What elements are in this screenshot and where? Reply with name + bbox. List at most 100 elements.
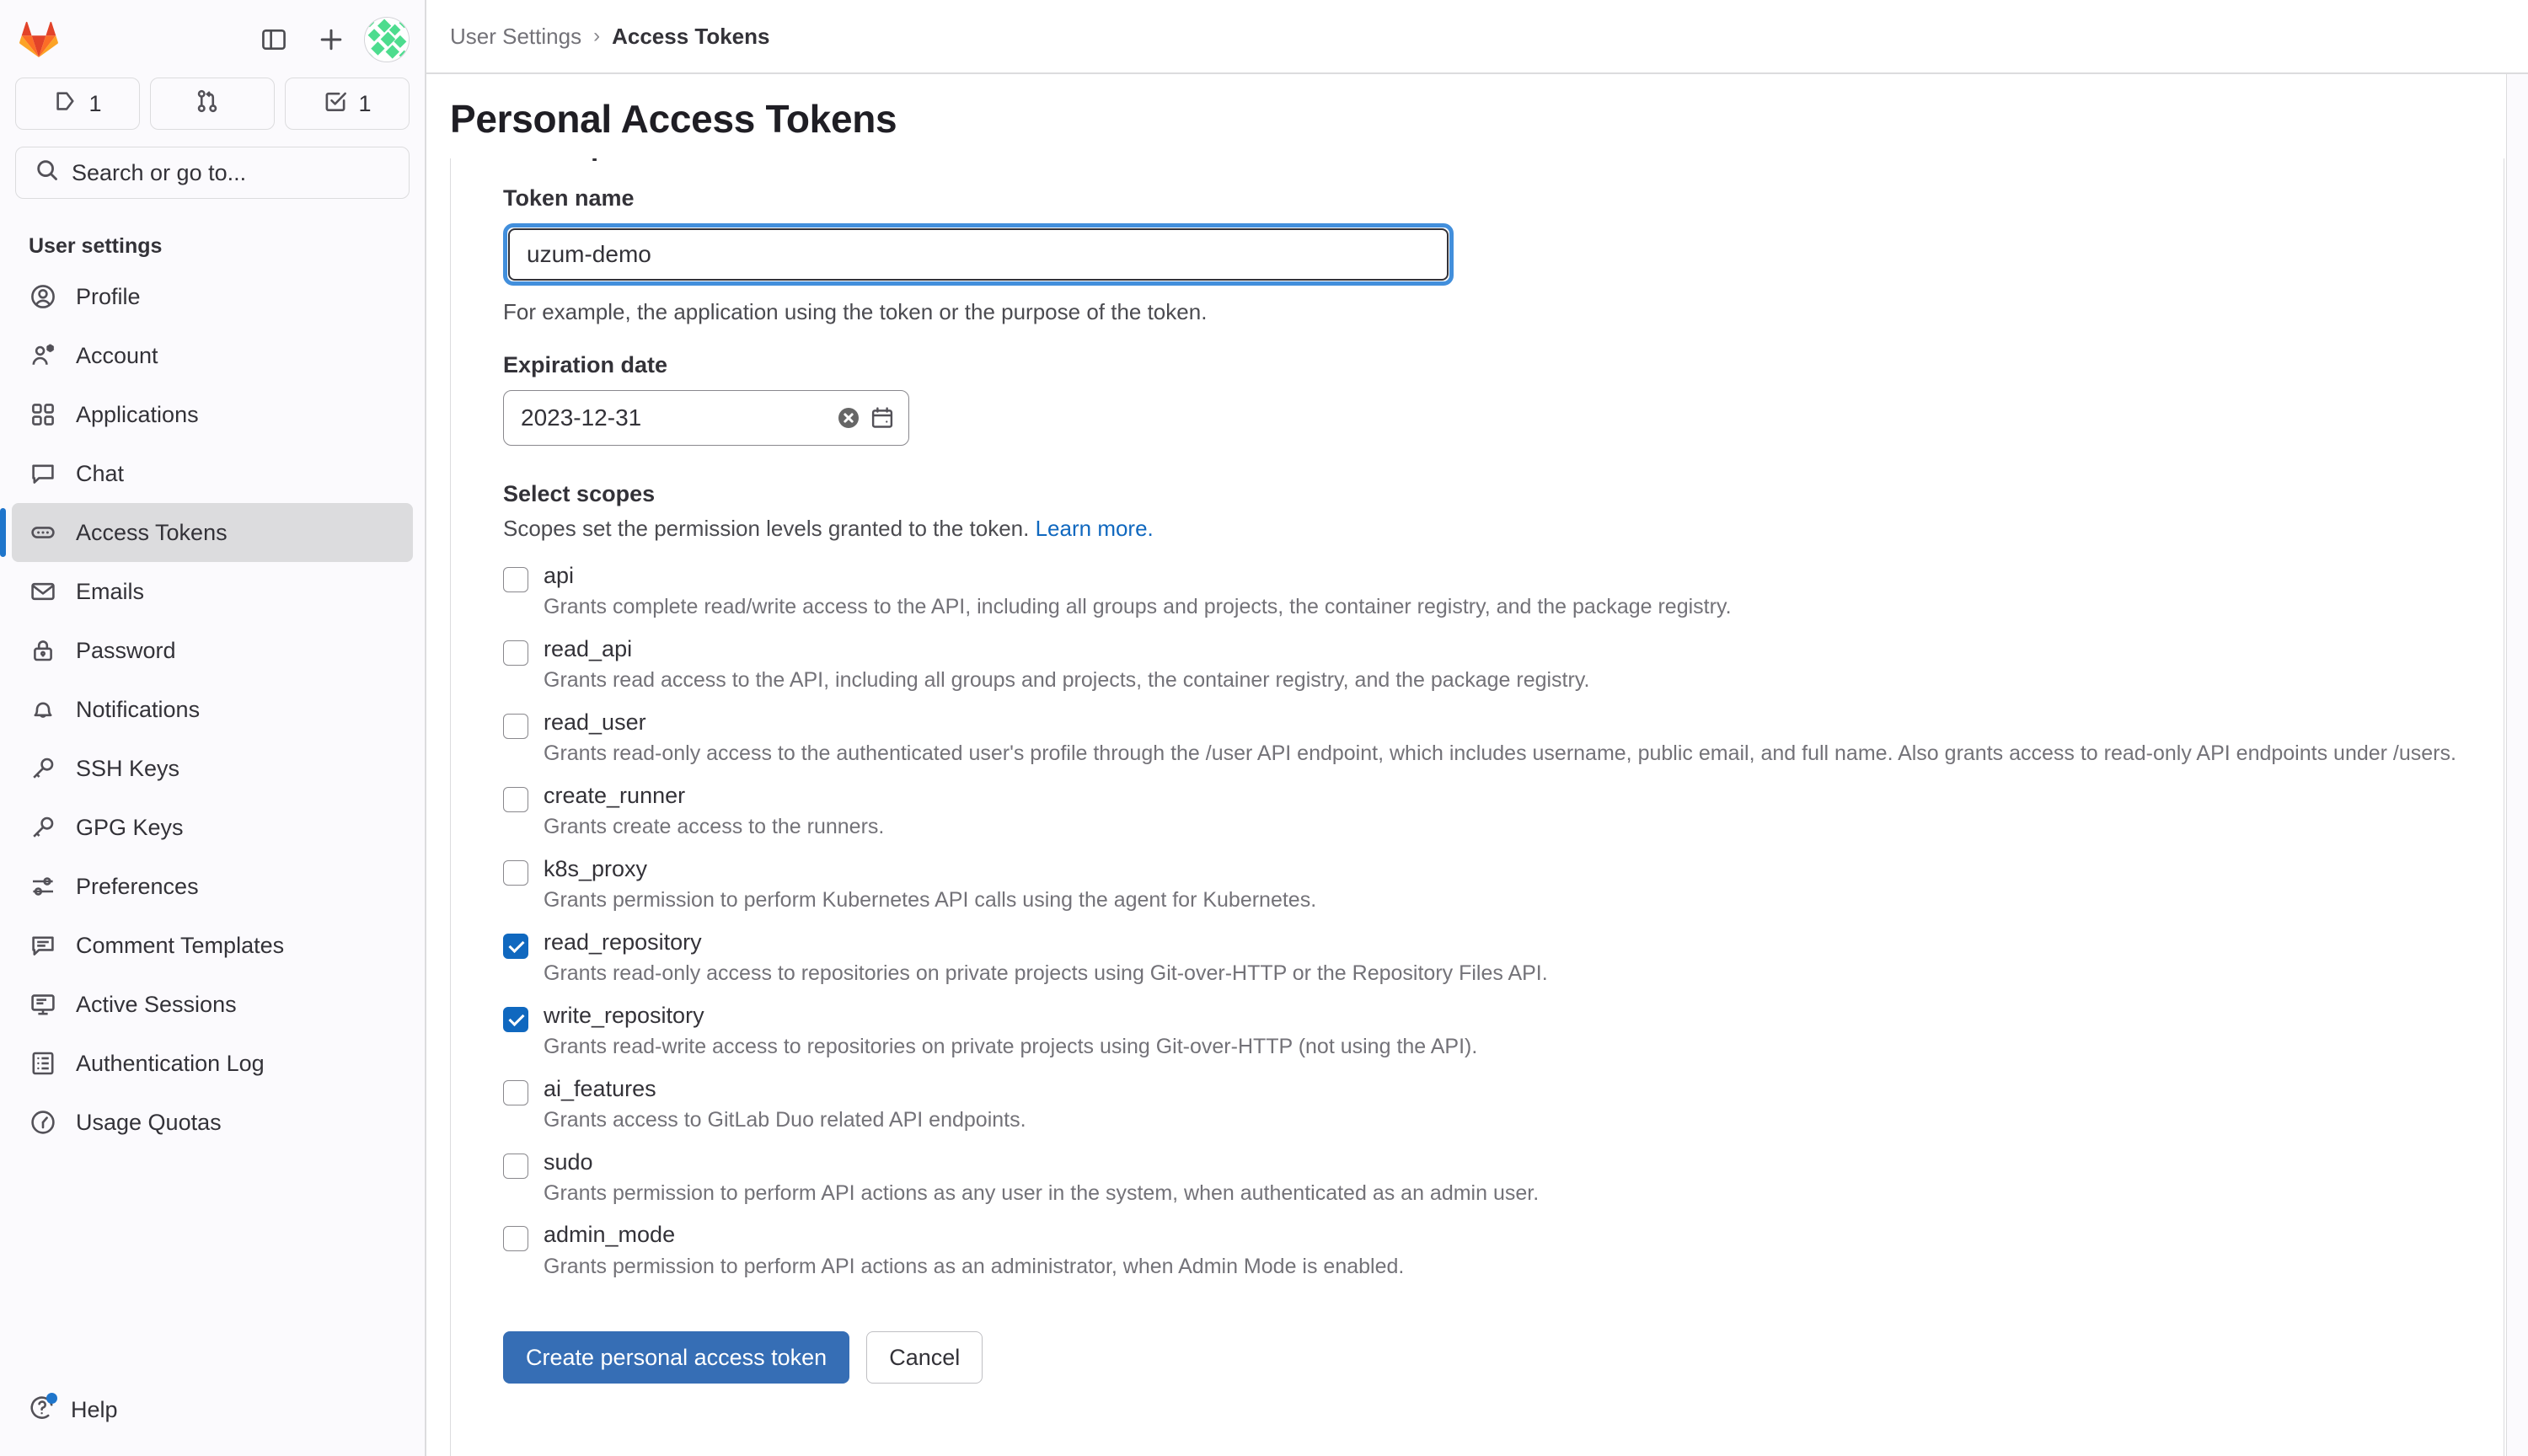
- sidebar-section-title: User settings: [0, 199, 425, 267]
- scope-name[interactable]: k8s_proxy: [544, 854, 2470, 884]
- sidebar-item-access-tokens[interactable]: Access Tokens: [12, 503, 413, 562]
- sidebar-item-label: Access Tokens: [76, 520, 228, 546]
- issues-counter[interactable]: 1: [15, 78, 140, 130]
- create-token-card: Add a personal access token Token name F…: [450, 158, 2504, 1456]
- sidebar-item-comment-templates[interactable]: Comment Templates: [12, 916, 413, 975]
- calendar-icon[interactable]: [870, 405, 895, 431]
- scope-checkbox-k8s_proxy[interactable]: [503, 860, 528, 886]
- token-icon: [29, 518, 57, 547]
- learn-more-link[interactable]: Learn more.: [1036, 516, 1154, 541]
- sidebar-item-ssh-keys[interactable]: SSH Keys: [12, 739, 413, 798]
- sidebar-item-label: Profile: [76, 284, 141, 310]
- sidebar-item-notifications[interactable]: Notifications: [12, 680, 413, 739]
- scope-checkbox-create_runner[interactable]: [503, 787, 528, 812]
- account-icon: [29, 341, 57, 370]
- scope-name[interactable]: read_repository: [544, 927, 2470, 957]
- scope-checkbox-sudo[interactable]: [503, 1154, 528, 1179]
- scope-row: read_repository Grants read-only access …: [503, 927, 2470, 1000]
- scope-text: create_runner Grants create access to th…: [544, 780, 2470, 854]
- scope-row: k8s_proxy Grants permission to perform K…: [503, 854, 2470, 927]
- page-title: Personal Access Tokens: [426, 74, 2528, 158]
- scope-name[interactable]: ai_features: [544, 1073, 2470, 1104]
- vertical-scrollbar[interactable]: [2506, 74, 2528, 1456]
- scope-row: api Grants complete read/write access to…: [503, 560, 2470, 634]
- token-name-input[interactable]: [508, 228, 1449, 281]
- breadcrumb-parent[interactable]: User Settings: [450, 24, 581, 50]
- scope-name[interactable]: sudo: [544, 1147, 2470, 1177]
- content-scroll-area: Add a personal access token Token name F…: [426, 158, 2528, 1456]
- sidebar-item-usage-quotas[interactable]: Usage Quotas: [12, 1093, 413, 1152]
- plus-icon[interactable]: [307, 15, 356, 64]
- scope-description: Grants read-only access to repositories …: [544, 959, 2470, 988]
- sidebar-item-authentication-log[interactable]: Authentication Log: [12, 1034, 413, 1093]
- scope-name[interactable]: read_api: [544, 634, 2470, 664]
- profile-icon: [29, 282, 57, 311]
- breadcrumb-current[interactable]: Access Tokens: [612, 24, 769, 50]
- select-scopes-subtitle: Scopes set the permission levels granted…: [503, 516, 2470, 542]
- scope-checkbox-write_repository[interactable]: [503, 1007, 528, 1032]
- log-icon: [29, 1049, 57, 1078]
- scope-checkbox-read_api[interactable]: [503, 640, 528, 666]
- sidebar-item-label: Account: [76, 343, 158, 369]
- breadcrumb-separator: ›: [593, 24, 600, 48]
- help-notification-dot: [46, 1393, 57, 1404]
- scope-checkbox-read_user[interactable]: [503, 714, 528, 739]
- sidebar-item-label: Active Sessions: [76, 992, 237, 1018]
- comment-icon: [29, 931, 57, 960]
- sidebar-item-active-sessions[interactable]: Active Sessions: [12, 975, 413, 1034]
- card-heading-text: Add a personal access token: [503, 158, 898, 163]
- sidebar-item-applications[interactable]: Applications: [12, 385, 413, 444]
- gitlab-logo-icon[interactable]: [15, 16, 62, 63]
- scope-description: Grants permission to perform Kubernetes …: [544, 886, 2470, 915]
- sidebar-header: [0, 0, 425, 69]
- scope-name[interactable]: api: [544, 560, 2470, 591]
- sidebar-item-account[interactable]: Account: [12, 326, 413, 385]
- card-heading-clipped: Add a personal access token: [485, 158, 2470, 170]
- expiration-date-input[interactable]: [521, 404, 827, 431]
- sidebar-item-emails[interactable]: Emails: [12, 562, 413, 621]
- sidebar-item-chat[interactable]: Chat: [12, 444, 413, 503]
- scope-checkbox-ai_features[interactable]: [503, 1080, 528, 1105]
- email-icon: [29, 577, 57, 606]
- scope-row: read_api Grants read access to the API, …: [503, 634, 2470, 707]
- scope-name[interactable]: admin_mode: [544, 1219, 2470, 1250]
- chat-icon: [29, 459, 57, 488]
- scope-name[interactable]: write_repository: [544, 1000, 2470, 1030]
- cancel-button[interactable]: Cancel: [866, 1331, 983, 1384]
- scope-name[interactable]: read_user: [544, 707, 2470, 737]
- scopes-subtitle-text: Scopes set the permission levels granted…: [503, 516, 1029, 541]
- scope-name[interactable]: create_runner: [544, 780, 2470, 811]
- sidebar-nav: Profile Account: [0, 267, 425, 1380]
- search-input[interactable]: Search or go to...: [15, 147, 410, 199]
- token-name-help-text: For example, the application using the t…: [503, 299, 2470, 325]
- key-icon: [29, 813, 57, 842]
- scope-description: Grants access to GitLab Duo related API …: [544, 1105, 2470, 1135]
- sidebar-item-help[interactable]: Help: [12, 1380, 413, 1439]
- form-actions: Create personal access token Cancel: [503, 1331, 2470, 1384]
- scope-checkbox-read_repository[interactable]: [503, 934, 528, 959]
- scope-checkbox-admin_mode[interactable]: [503, 1226, 528, 1251]
- user-avatar[interactable]: [364, 17, 410, 62]
- scope-text: k8s_proxy Grants permission to perform K…: [544, 854, 2470, 927]
- issues-count-value: 1: [88, 91, 101, 117]
- expiration-date-field[interactable]: [503, 390, 909, 446]
- scope-checkbox-api[interactable]: [503, 567, 528, 592]
- scope-text: ai_features Grants access to GitLab Duo …: [544, 1073, 2470, 1147]
- sidebar-item-label: Help: [71, 1397, 118, 1423]
- clear-circle-icon[interactable]: [836, 405, 861, 431]
- todos-counter[interactable]: 1: [285, 78, 410, 130]
- scopes-list: api Grants complete read/write access to…: [485, 560, 2470, 1293]
- sidebar-item-profile[interactable]: Profile: [12, 267, 413, 326]
- issues-icon: [53, 88, 78, 120]
- sidebar-item-gpg-keys[interactable]: GPG Keys: [12, 798, 413, 857]
- sidebar-toggle-icon[interactable]: [249, 15, 298, 64]
- bell-icon: [29, 695, 57, 724]
- scope-row: sudo Grants permission to perform API ac…: [503, 1147, 2470, 1220]
- scope-text: api Grants complete read/write access to…: [544, 560, 2470, 634]
- applications-icon: [29, 400, 57, 429]
- sidebar-item-preferences[interactable]: Preferences: [12, 857, 413, 916]
- sidebar-item-password[interactable]: Password: [12, 621, 413, 680]
- scope-row: write_repository Grants read-write acces…: [503, 1000, 2470, 1073]
- merge-requests-counter[interactable]: [150, 78, 275, 130]
- create-personal-access-token-button[interactable]: Create personal access token: [503, 1331, 849, 1384]
